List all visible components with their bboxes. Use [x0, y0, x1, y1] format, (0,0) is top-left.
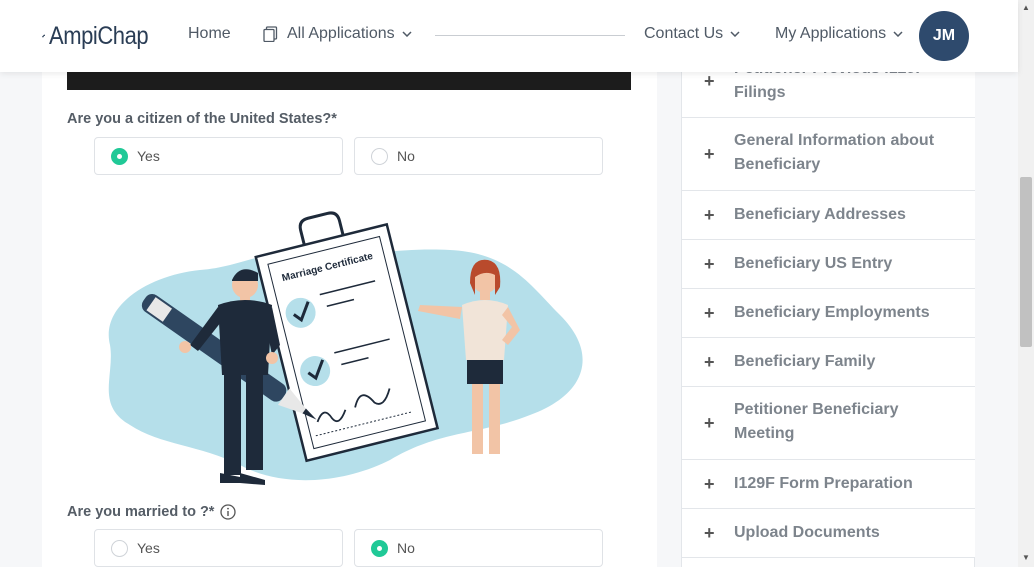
- accordion-item-family[interactable]: + Beneficiary Family: [682, 338, 975, 387]
- logo[interactable]: AmpiChap: [42, 19, 162, 53]
- plus-icon: +: [704, 253, 715, 274]
- page-scrollbar[interactable]: ▲ ▼: [1018, 0, 1034, 567]
- nav-all-applications-label: All Applications: [287, 25, 395, 42]
- accordion-item-general-info[interactable]: + General Information about Beneficiary: [682, 118, 975, 191]
- nav-all-applications[interactable]: All Applications: [263, 25, 412, 43]
- plus-icon: +: [704, 70, 715, 91]
- accordion-item-meeting[interactable]: + Petitioner Beneficiary Meeting: [682, 387, 975, 460]
- accordion-item-us-entry[interactable]: + Beneficiary US Entry: [682, 240, 975, 289]
- scrollbar-thumb[interactable]: [1020, 177, 1032, 347]
- accordion-item-label: I129F Form Preparation: [734, 475, 913, 492]
- married-question: Are you married to ?*: [67, 504, 237, 520]
- plus-icon: +: [704, 522, 715, 543]
- plus-icon: +: [704, 473, 715, 494]
- logo-text: AmpiChap: [49, 21, 149, 50]
- citizen-no-option[interactable]: No: [354, 137, 603, 175]
- plus-icon: +: [704, 412, 715, 433]
- nav-contact-us-label: Contact Us: [644, 25, 724, 42]
- married-no-label: No: [397, 540, 415, 556]
- accordion-item-label: Beneficiary Family: [734, 353, 876, 370]
- plus-icon: +: [704, 302, 715, 323]
- married-no-option[interactable]: No: [354, 529, 603, 567]
- citizen-question-label: Are you a citizen of the United States?*: [67, 111, 337, 127]
- accordion-item-label: General Information about Beneficiary: [734, 132, 935, 173]
- marriage-certificate-illustration: Marriage Certificate: [108, 211, 583, 485]
- accordion-item-form-preparation[interactable]: + I129F Form Preparation: [682, 460, 975, 509]
- radio-checked-icon[interactable]: [371, 539, 388, 557]
- accordion-item-employments[interactable]: + Beneficiary Employments: [682, 289, 975, 338]
- plus-icon: +: [704, 351, 715, 372]
- scroll-up-arrow-icon[interactable]: ▲: [1022, 3, 1030, 12]
- nav-my-applications-label: My Applications: [775, 25, 887, 42]
- accordion-item-label: Beneficiary Addresses: [734, 206, 906, 223]
- top-navbar: AmpiChap Home All Applications Contact U…: [0, 0, 1018, 72]
- chevron-down-icon: [730, 31, 740, 37]
- accordion-item-label: Petitioner Beneficiary Meeting: [734, 401, 899, 442]
- plus-icon: +: [704, 204, 715, 225]
- logo-icon: [42, 34, 46, 38]
- radio-checked-icon[interactable]: [111, 147, 128, 165]
- nav-home-label: Home: [188, 25, 231, 42]
- accordion-item-label: Beneficiary Employments: [734, 304, 930, 321]
- nav-contact-us[interactable]: Contact Us: [644, 25, 740, 43]
- accordion-item-addresses[interactable]: + Beneficiary Addresses: [682, 191, 975, 240]
- copy-icon: [263, 26, 278, 42]
- accordion-item-label: Upload Documents: [734, 524, 880, 541]
- user-avatar[interactable]: JM: [919, 11, 969, 61]
- plus-icon: +: [704, 143, 715, 164]
- citizen-question: Are you a citizen of the United States?*: [67, 111, 337, 127]
- married-yes-option[interactable]: Yes: [94, 529, 343, 567]
- video-player[interactable]: [67, 72, 631, 90]
- chevron-down-icon: [893, 31, 903, 37]
- nav-home[interactable]: Home: [188, 25, 231, 43]
- accordion-item-label: Beneficiary US Entry: [734, 255, 893, 272]
- nav-my-applications[interactable]: My Applications: [775, 25, 903, 43]
- accordion-item-upload-documents[interactable]: + Upload Documents: [682, 509, 975, 558]
- citizen-yes-label: Yes: [137, 148, 160, 164]
- info-icon[interactable]: [220, 504, 237, 520]
- married-question-label: Are you married to ?*: [67, 504, 215, 520]
- chevron-down-icon: [402, 31, 412, 37]
- nav-divider: [435, 35, 625, 36]
- avatar-initials: JM: [932, 27, 956, 44]
- married-yes-label: Yes: [137, 540, 160, 556]
- scroll-down-arrow-icon[interactable]: ▼: [1022, 553, 1030, 562]
- radio-unchecked-icon[interactable]: [371, 147, 388, 165]
- citizen-no-label: No: [397, 148, 415, 164]
- radio-unchecked-icon[interactable]: [111, 539, 128, 557]
- citizen-yes-option[interactable]: Yes: [94, 137, 343, 175]
